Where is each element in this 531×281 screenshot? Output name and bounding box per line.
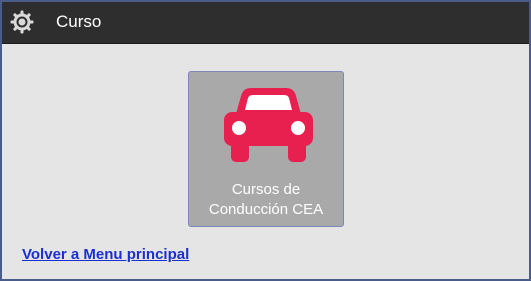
car-icon [224, 88, 313, 162]
course-tile-label: Cursos de Conducción CEA [208, 181, 324, 218]
page-title: Curso [56, 12, 102, 31]
gear-icon[interactable] [10, 10, 34, 34]
course-tile-driving[interactable]: Cursos de Conducción CEA [188, 71, 344, 227]
back-to-main-menu-link[interactable]: Volver a Menu principal [22, 246, 189, 263]
app-window: Curso Cursos de Conducción CEA Volver a … [0, 0, 531, 281]
title-bar: Curso [2, 2, 529, 44]
